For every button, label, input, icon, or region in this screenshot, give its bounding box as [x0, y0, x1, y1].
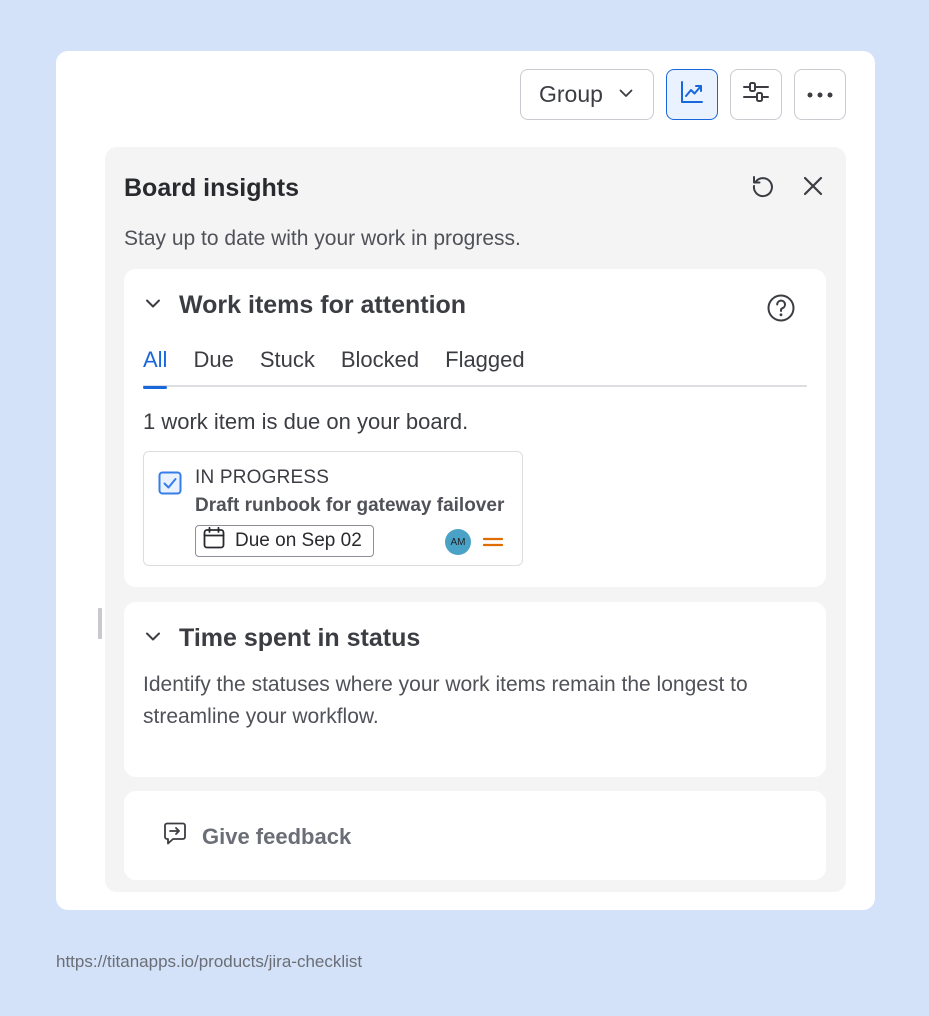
feedback-icon — [162, 821, 188, 852]
work-item-card[interactable]: IN PROGRESS Draft runbook for gateway fa… — [143, 451, 523, 566]
panel-actions — [748, 173, 828, 203]
chevron-down-icon — [617, 81, 635, 108]
time-in-status-section: Time spent in status Identify the status… — [124, 602, 826, 777]
time-in-status-title: Time spent in status — [179, 624, 421, 652]
task-checkbox-icon — [158, 471, 182, 500]
footer-url: https://titanapps.io/products/jira-check… — [56, 952, 363, 971]
time-in-status-header[interactable]: Time spent in status — [143, 624, 420, 653]
work-item-title: Draft runbook for gateway failover — [195, 495, 505, 516]
chevron-down-icon — [143, 293, 163, 318]
tab-all[interactable]: All — [143, 347, 168, 389]
close-button[interactable] — [798, 173, 828, 203]
panel-title: Board insights — [124, 174, 300, 202]
view-settings-button[interactable] — [730, 69, 782, 120]
work-item-status: IN PROGRESS — [195, 467, 330, 488]
board-insights-panel: Board insights Stay up to date with your… — [105, 147, 846, 892]
give-feedback-label: Give feedback — [202, 823, 352, 849]
attention-section-header[interactable]: Work items for attention — [143, 291, 466, 320]
due-summary: 1 work item is due on your board. — [143, 409, 469, 434]
insights-toggle-button[interactable] — [666, 69, 718, 120]
close-icon — [802, 175, 824, 202]
more-icon — [806, 86, 834, 104]
group-button-label: Group — [539, 81, 603, 107]
panel-subtitle: Stay up to date with your work in progre… — [124, 227, 521, 250]
tab-flagged[interactable]: Flagged — [445, 347, 525, 387]
due-date-badge: Due on Sep 02 — [195, 525, 374, 557]
main-card: Group Board insights Stay up to date wit… — [56, 51, 875, 910]
calendar-icon — [202, 526, 226, 556]
tab-due[interactable]: Due — [193, 347, 233, 387]
more-actions-button[interactable] — [794, 69, 846, 120]
sliders-icon — [742, 79, 770, 110]
work-items-attention-section: Work items for attention All Due Stuck B… — [124, 269, 826, 587]
avatar[interactable]: AM — [445, 529, 471, 555]
group-button[interactable]: Group — [520, 69, 654, 120]
refresh-button[interactable] — [748, 173, 778, 203]
time-in-status-description: Identify the statuses where your work it… — [143, 673, 748, 728]
attention-section-title: Work items for attention — [179, 291, 467, 319]
refresh-icon — [750, 173, 776, 204]
feedback-section: Give feedback — [124, 791, 826, 880]
priority-medium-icon — [482, 534, 504, 555]
toolbar: Group — [520, 69, 846, 120]
panel-resize-handle[interactable] — [98, 608, 102, 639]
help-button[interactable] — [766, 293, 796, 328]
tab-stuck[interactable]: Stuck — [260, 347, 315, 387]
give-feedback-button[interactable]: Give feedback — [162, 821, 351, 852]
chart-icon — [679, 79, 705, 110]
question-circle-icon — [766, 294, 796, 327]
tab-blocked[interactable]: Blocked — [341, 347, 419, 387]
chevron-down-icon — [143, 626, 163, 651]
due-date-label: Due on Sep 02 — [235, 530, 362, 551]
attention-tabs: All Due Stuck Blocked Flagged — [143, 347, 807, 389]
